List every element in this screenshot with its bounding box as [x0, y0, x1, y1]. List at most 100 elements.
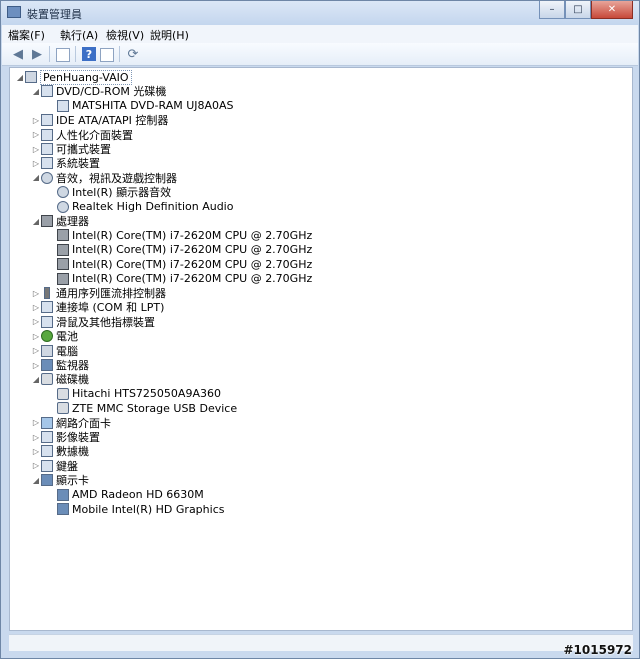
tree-category[interactable]: ▷ 人性化介面裝置	[32, 128, 133, 142]
back-icon[interactable]: ◀	[10, 46, 26, 62]
tree-category[interactable]: ▷ 影像裝置	[32, 430, 100, 444]
tree-category[interactable]: ◢ 處理器	[32, 214, 89, 228]
disk-drive-icon	[57, 387, 69, 400]
tree-category[interactable]: ▷ 通用序列匯流排控制器	[32, 286, 166, 300]
menu-action[interactable]: 執行(A)	[60, 27, 98, 43]
tree-category[interactable]: ▷ 數據機	[32, 444, 89, 458]
ide-controller-icon	[41, 114, 53, 127]
mouse-icon	[41, 315, 53, 328]
portable-device-icon	[41, 143, 53, 155]
display-adapter-icon	[57, 488, 69, 501]
toolbar-separator	[75, 46, 76, 62]
tree-item-label: Intel(R) Core(TM) i7-2620M CPU @ 2.70GHz	[72, 272, 313, 286]
expand-arrow-icon[interactable]: ▷	[32, 142, 40, 156]
tree-category[interactable]: ▷ 電池	[32, 329, 78, 343]
collapse-arrow-icon[interactable]: ◢	[32, 171, 40, 185]
collapse-arrow-icon[interactable]: ◢	[32, 473, 40, 487]
forward-icon[interactable]: ▶	[29, 46, 45, 62]
tree-category[interactable]: ▷ 系統裝置	[32, 156, 100, 170]
maximize-button[interactable]: □	[565, 1, 591, 19]
toolbar: ◀ ▶ ? ⟳	[2, 43, 638, 66]
collapse-arrow-icon[interactable]: ◢	[16, 70, 24, 84]
tree-device[interactable]: Mobile Intel(R) HD Graphics	[48, 502, 224, 516]
tree-category[interactable]: ▷ 電腦	[32, 344, 78, 358]
status-bar	[9, 634, 633, 651]
tree-category[interactable]: ▷ 網路介面卡	[32, 416, 111, 430]
tree-device[interactable]: Intel(R) 顯示器音效	[48, 185, 171, 199]
properties-icon[interactable]	[100, 48, 114, 62]
processor-icon	[57, 229, 69, 242]
tree-device[interactable]: Intel(R) Core(TM) i7-2620M CPU @ 2.70GHz	[48, 228, 312, 242]
monitor-icon	[41, 359, 53, 371]
tree-device[interactable]: Intel(R) Core(TM) i7-2620M CPU @ 2.70GHz	[48, 257, 312, 271]
processor-icon	[57, 272, 69, 285]
device-tree[interactable]: ◢ PenHuang-VAIO ◢ DVD/CD-ROM 光碟機 MATSHITA DV…	[9, 67, 633, 631]
help-icon[interactable]: ?	[82, 47, 96, 61]
collapse-arrow-icon[interactable]: ◢	[32, 214, 40, 228]
tree-category[interactable]: ▷ 監視器	[32, 358, 89, 372]
tree-device[interactable]: ZTE MMC Storage USB Device	[48, 401, 237, 415]
console-tree-icon[interactable]	[56, 48, 70, 62]
expand-arrow-icon[interactable]: ▷	[32, 416, 40, 430]
expand-arrow-icon[interactable]: ▷	[32, 286, 40, 300]
expand-arrow-icon[interactable]: ▷	[32, 156, 40, 170]
expand-arrow-icon[interactable]: ▷	[32, 459, 40, 473]
menu-view[interactable]: 檢視(V)	[106, 27, 144, 43]
tree-category[interactable]: ▷ IDE ATA/ATAPI 控制器	[32, 113, 168, 127]
expand-arrow-icon[interactable]: ▷	[32, 444, 40, 458]
menu-file[interactable]: 檔案(F)	[8, 27, 45, 43]
modem-icon	[41, 445, 53, 458]
audio-icon	[41, 171, 53, 184]
tree-device[interactable]: MATSHITA DVD-RAM UJ8A0AS	[48, 99, 234, 113]
tree-category[interactable]: ◢ 磁碟機	[32, 372, 89, 386]
toolbar-separator	[49, 46, 50, 62]
collapse-arrow-icon[interactable]: ◢	[32, 372, 40, 386]
tree-device[interactable]: Realtek High Definition Audio	[48, 200, 233, 214]
expand-arrow-icon[interactable]: ▷	[32, 430, 40, 444]
tree-root[interactable]: ◢ PenHuang-VAIO	[16, 69, 132, 85]
tree-item-label: Mobile Intel(R) HD Graphics	[72, 502, 225, 516]
computer-icon	[25, 71, 37, 83]
tree-device[interactable]: Intel(R) Core(TM) i7-2620M CPU @ 2.70GHz	[48, 272, 312, 286]
tree-category[interactable]: ◢ 音效，視訊及遊戲控制器	[32, 171, 177, 185]
disk-drive-icon	[41, 373, 53, 386]
expand-arrow-icon[interactable]: ▷	[32, 128, 40, 142]
tree-device[interactable]: Intel(R) Core(TM) i7-2620M CPU @ 2.70GHz	[48, 243, 312, 257]
tree-category[interactable]: ▷ 可攜式裝置	[32, 142, 111, 156]
expand-arrow-icon[interactable]: ▷	[32, 344, 40, 358]
expand-arrow-icon[interactable]: ▷	[32, 300, 40, 314]
caption-buttons: – □ ✕	[539, 1, 633, 21]
processor-icon	[57, 258, 69, 271]
collapse-arrow-icon[interactable]: ◢	[32, 84, 40, 98]
tree-category[interactable]: ▷ 連接埠 (COM 和 LPT)	[32, 300, 164, 314]
battery-icon	[41, 330, 53, 343]
close-button[interactable]: ✕	[591, 1, 633, 19]
tree-category[interactable]: ▷ 鍵盤	[32, 459, 78, 473]
tree-item-label: 磁碟機	[56, 373, 89, 387]
expand-arrow-icon[interactable]: ▷	[32, 315, 40, 329]
tree-device[interactable]: AMD Radeon HD 6630M	[48, 488, 204, 502]
expand-arrow-icon[interactable]: ▷	[32, 113, 40, 127]
tree-item-label: 處理器	[56, 215, 89, 228]
title-bar[interactable]: 裝置管理員 – □ ✕	[1, 1, 639, 25]
tree-item-label: Intel(R) Core(TM) i7-2620M CPU @ 2.70GHz	[72, 228, 313, 242]
expand-arrow-icon[interactable]: ▷	[32, 329, 40, 343]
processor-icon	[57, 243, 69, 256]
menu-help[interactable]: 說明(H)	[150, 27, 189, 43]
tree-device[interactable]: Hitachi HTS725050A9A360	[48, 387, 221, 401]
scan-hardware-icon[interactable]: ⟳	[125, 46, 141, 62]
tree-category[interactable]: ◢ DVD/CD-ROM 光碟機	[32, 84, 166, 98]
dvd-drive-icon	[57, 99, 69, 112]
window-title: 裝置管理員	[27, 8, 82, 21]
tree-category[interactable]: ◢ 顯示卡	[32, 473, 89, 487]
expand-arrow-icon[interactable]: ▷	[32, 358, 40, 372]
minimize-button[interactable]: –	[539, 1, 565, 19]
tree-category[interactable]: ▷ 滑鼠及其他指標裝置	[32, 315, 155, 329]
